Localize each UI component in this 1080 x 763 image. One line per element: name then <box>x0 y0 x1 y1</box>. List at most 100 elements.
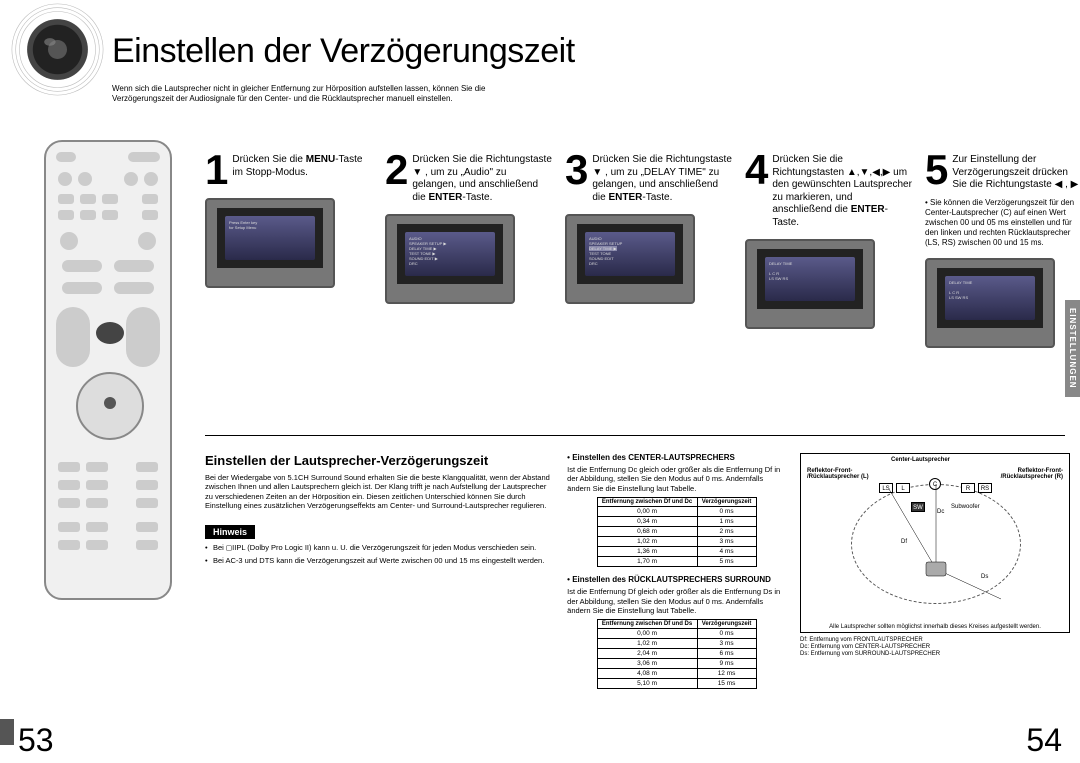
table-cell: 5 ms <box>697 557 756 567</box>
section-divider <box>205 435 1065 436</box>
step-number: 3 <box>565 152 588 188</box>
section-title: Einstellen der Lautsprecher-Verzögerungs… <box>205 453 553 468</box>
step-2: 2 Drücken Sie die Richtungstaste ▼ , um … <box>385 152 553 348</box>
table-cell: 1,02 m <box>597 639 697 649</box>
step-number: 4 <box>745 152 768 188</box>
tv-screenshot: AUDIOSPEAKER SETUP ▶DELAY TIME ▶TEST TON… <box>385 214 515 304</box>
step-text: Drücken Sie die Richtungstaste ▼ , um zu… <box>412 152 553 204</box>
remote-control-illustration <box>44 140 172 600</box>
diagram-label-subwoofer: Subwoofer <box>951 504 980 510</box>
table-cell: 6 ms <box>697 649 756 659</box>
table-cell: 15 ms <box>697 679 756 689</box>
table-cell: 0 ms <box>697 629 756 639</box>
diagram-legend: Df: Entfernung vom FRONTLAUTSPRECHER Dc:… <box>800 637 1070 659</box>
table-cell: 4 ms <box>697 547 756 557</box>
table-cell: 1,70 m <box>597 557 697 567</box>
side-tab-einstellungen: EINSTELLUNGEN <box>1065 300 1080 397</box>
table-row: 0,68 m2 ms <box>597 527 756 537</box>
table-cell: 3,06 m <box>597 659 697 669</box>
diagram-label-center: Center-Lautsprecher <box>891 457 950 463</box>
dc-label: Dc <box>937 509 944 515</box>
hinweis-item: Bei ◻IIPL (Dolby Pro Logic II) kann u. U… <box>205 543 553 552</box>
tv-screenshot: AUDIOSPEAKER SETUPDELAY TIME ▶TEST TONES… <box>565 214 695 304</box>
center-speaker-title: Einstellen des CENTER-LAUTSPRECHERS <box>567 453 786 462</box>
speaker-rs: RS <box>978 483 992 493</box>
diagram-label-right: Reflektor-Front- /Rücklautsprecher (R) <box>1001 468 1063 480</box>
table-cell: 2,04 m <box>597 649 697 659</box>
diagram-label-left: Reflektor-Front- /Rücklautsprecher (L) <box>807 468 869 480</box>
step-number: 1 <box>205 152 228 188</box>
table-row: 4,08 m12 ms <box>597 669 756 679</box>
step-number: 5 <box>925 152 948 188</box>
page-number-left: 53 <box>18 722 54 759</box>
table-row: 5,10 m15 ms <box>597 679 756 689</box>
table-row: 1,70 m5 ms <box>597 557 756 567</box>
speaker-layout-diagram: Center-Lautsprecher Reflektor-Front- /Rü… <box>800 453 1070 633</box>
ds-label: Ds <box>981 574 988 580</box>
table-row: 0,00 m0 ms <box>597 629 756 639</box>
speaker-icon <box>10 2 105 97</box>
speaker-l: L <box>896 483 910 493</box>
table-row: 1,02 m3 ms <box>597 537 756 547</box>
table-cell: 3 ms <box>697 537 756 547</box>
legend-item: Ds: Entfernung vom SURROUND-LAUTSPRECHER <box>800 651 1070 658</box>
page-number-right: 54 <box>1026 722 1062 759</box>
section-body: Bei der Wiedergabe von 5.1CH Surround So… <box>205 473 553 511</box>
step-text: Drücken Sie die Richtungstaste ▼ , um zu… <box>592 152 733 204</box>
df-label: Df <box>901 539 907 545</box>
table-cell: 0,34 m <box>597 517 697 527</box>
table-cell: 1,02 m <box>597 537 697 547</box>
step-text: Drücken Sie die Richtungstasten ▲,▼,◀,▶ … <box>772 152 913 229</box>
speaker-sw: SW <box>911 502 925 512</box>
table-header: Entfernung zwischen Df und Dc <box>597 498 697 507</box>
table-cell: 0,68 m <box>597 527 697 537</box>
step-text: Zur Einstellung der Verzögerungszeit drü… <box>952 152 1080 192</box>
page-title: Einstellen der Verzögerungszeit <box>112 32 575 71</box>
column-delay-setup: Einstellen der Lautsprecher-Verzögerungs… <box>205 453 553 697</box>
table-cell: 1,36 m <box>597 547 697 557</box>
hinweis-item: Bei AC-3 und DTS kann die Verzögerungsze… <box>205 556 553 565</box>
step-1: 1 Drücken Sie die MENU-Taste im Stopp-Mo… <box>205 152 373 348</box>
table-cell: 3 ms <box>697 639 756 649</box>
center-delay-table: Entfernung zwischen Df und Dc Verzögerun… <box>597 497 757 567</box>
table-cell: 9 ms <box>697 659 756 669</box>
table-cell: 12 ms <box>697 669 756 679</box>
page-subtitle: Wenn sich die Lautsprecher nicht in glei… <box>112 84 522 103</box>
step-text: Drücken Sie die MENU-Taste im Stopp-Modu… <box>232 152 373 179</box>
table-cell: 5,10 m <box>597 679 697 689</box>
table-row: 0,34 m1 ms <box>597 517 756 527</box>
tv-screenshot: DELAY TIMEL C RLS SW RS <box>745 239 875 329</box>
steps-row: 1 Drücken Sie die MENU-Taste im Stopp-Mo… <box>205 152 1080 348</box>
table-cell: 0,00 m <box>597 629 697 639</box>
speaker-r: R <box>961 483 975 493</box>
step-4: 4 Drücken Sie die Richtungstasten ▲,▼,◀,… <box>745 152 913 348</box>
tv-screenshot: Press Enter keyfor Setup Menu <box>205 198 335 288</box>
hinweis-badge: Hinweis <box>205 525 255 539</box>
table-cell: 0 ms <box>697 507 756 517</box>
table-cell: 2 ms <box>697 527 756 537</box>
page-edge-band <box>0 719 14 745</box>
speaker-c: C <box>929 478 941 490</box>
tv-screenshot: DELAY TIMEL C RLS SW RS <box>925 258 1055 348</box>
speaker-ls: LS <box>879 483 893 493</box>
rear-speaker-body: Ist die Entfernung Df gleich oder größer… <box>567 587 786 615</box>
diagram-caption: Alle Lautsprecher sollten möglichst inne… <box>805 624 1065 630</box>
center-speaker-body: Ist die Entfernung Dc gleich oder größer… <box>567 465 786 493</box>
table-row: 3,06 m9 ms <box>597 659 756 669</box>
column-tables: Einstellen des CENTER-LAUTSPRECHERS Ist … <box>567 453 786 697</box>
table-header: Verzögerungszeit <box>697 620 756 629</box>
table-cell: 1 ms <box>697 517 756 527</box>
table-row: 1,02 m3 ms <box>597 639 756 649</box>
table-row: 0,00 m0 ms <box>597 507 756 517</box>
step-note: • Sie können die Verzögerungszeit für de… <box>925 198 1080 248</box>
table-row: 1,36 m4 ms <box>597 547 756 557</box>
rear-delay-table: Entfernung zwischen Df und Ds Verzögerun… <box>597 619 757 689</box>
step-5: 5 Zur Einstellung der Verzögerungszeit d… <box>925 152 1080 348</box>
legend-item: Df: Entfernung vom FRONTLAUTSPRECHER <box>800 637 1070 644</box>
table-row: 2,04 m6 ms <box>597 649 756 659</box>
step-number: 2 <box>385 152 408 188</box>
table-header: Verzögerungszeit <box>697 498 756 507</box>
table-cell: 4,08 m <box>597 669 697 679</box>
step-3: 3 Drücken Sie die Richtungstaste ▼ , um … <box>565 152 733 348</box>
lower-section: Einstellen der Lautsprecher-Verzögerungs… <box>205 453 1070 697</box>
